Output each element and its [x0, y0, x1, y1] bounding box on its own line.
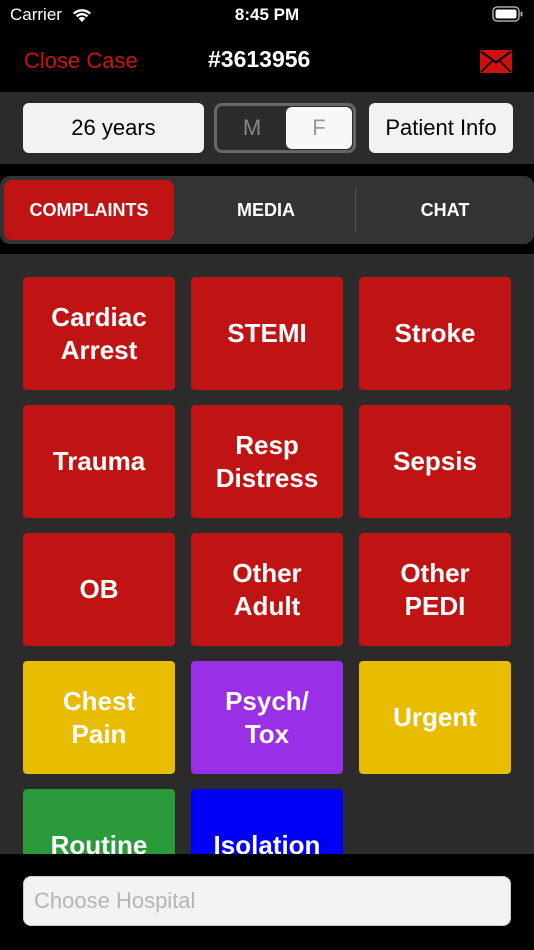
complaint-isolation[interactable]: Isolation: [191, 789, 343, 854]
case-number: #3613956: [208, 46, 311, 72]
complaint-stemi[interactable]: STEMI: [191, 277, 343, 390]
patient-info-button[interactable]: Patient Info: [369, 103, 513, 153]
status-bar: Carrier 8:45 PM: [0, 0, 534, 32]
battery-icon: [492, 6, 524, 27]
complaint-other-adult[interactable]: Other Adult: [191, 533, 343, 646]
complaint-urgent[interactable]: Urgent: [359, 661, 511, 774]
close-case-button[interactable]: Close Case: [24, 48, 138, 74]
patient-info-bar: 26 years M F Patient Info: [0, 92, 534, 164]
tab-complaints[interactable]: COMPLAINTS: [4, 180, 174, 240]
complaints-grid: Cardiac Arrest STEMI Stroke Trauma Resp …: [0, 254, 534, 854]
complaint-resp-distress[interactable]: Resp Distress: [191, 405, 343, 518]
complaint-other-pedi[interactable]: Other PEDI: [359, 533, 511, 646]
complaint-ob[interactable]: OB: [23, 533, 175, 646]
complaint-stroke[interactable]: Stroke: [359, 277, 511, 390]
tab-media[interactable]: MEDIA: [178, 180, 354, 240]
complaint-trauma[interactable]: Trauma: [23, 405, 175, 518]
age-field[interactable]: 26 years: [23, 103, 204, 153]
complaint-cardiac-arrest[interactable]: Cardiac Arrest: [23, 277, 175, 390]
status-time: 8:45 PM: [234, 5, 300, 24]
tab-chat[interactable]: CHAT: [356, 180, 534, 240]
sex-option-f[interactable]: F: [286, 107, 352, 149]
complaint-psych-tox[interactable]: Psych/ Tox: [191, 661, 343, 774]
sex-option-m[interactable]: M: [217, 106, 287, 150]
complaint-chest-pain[interactable]: Chest Pain: [23, 661, 175, 774]
complaint-routine[interactable]: Routine: [23, 789, 175, 854]
sex-toggle[interactable]: M F: [214, 103, 356, 153]
mail-icon[interactable]: [480, 50, 512, 78]
hospital-bar: [0, 854, 534, 950]
segment-tabs: COMPLAINTS MEDIA CHAT: [0, 176, 534, 244]
complaint-sepsis[interactable]: Sepsis: [359, 405, 511, 518]
nav-bar: Close Case #3613956: [0, 38, 534, 84]
choose-hospital-input[interactable]: [23, 876, 511, 926]
